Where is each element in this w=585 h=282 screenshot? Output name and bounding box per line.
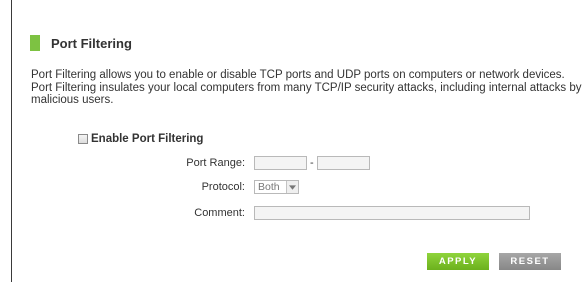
section-marker-icon: [30, 35, 40, 51]
enable-port-filtering-row[interactable]: Enable Port Filtering: [78, 132, 203, 146]
port-range-separator: -: [310, 157, 314, 169]
apply-button[interactable]: APPLY: [427, 253, 489, 270]
comment-label: Comment:: [194, 207, 245, 219]
section-header: Port Filtering: [30, 35, 132, 51]
port-range-end-input[interactable]: [317, 156, 370, 170]
port-range-label: Port Range:: [186, 157, 245, 169]
page-title: Port Filtering: [51, 35, 132, 51]
enable-port-filtering-label[interactable]: Enable Port Filtering: [91, 133, 203, 145]
comment-input[interactable]: [254, 206, 530, 220]
chevron-down-icon[interactable]: [286, 181, 298, 193]
protocol-selected-value: Both: [258, 181, 280, 193]
description-line-2: Port Filtering insulates your local comp…: [31, 81, 582, 107]
description-line-1: Port Filtering allows you to enable or d…: [31, 69, 565, 81]
port-range-start-input[interactable]: [254, 156, 307, 170]
enable-port-filtering-checkbox[interactable]: [78, 134, 88, 144]
protocol-select[interactable]: Both: [254, 180, 299, 194]
reset-button[interactable]: RESET: [499, 253, 561, 270]
content-panel: Port Filtering Port Filtering allows you…: [11, 0, 585, 282]
section-description: Port Filtering allows you to enable or d…: [31, 69, 585, 107]
protocol-label: Protocol:: [201, 181, 245, 193]
